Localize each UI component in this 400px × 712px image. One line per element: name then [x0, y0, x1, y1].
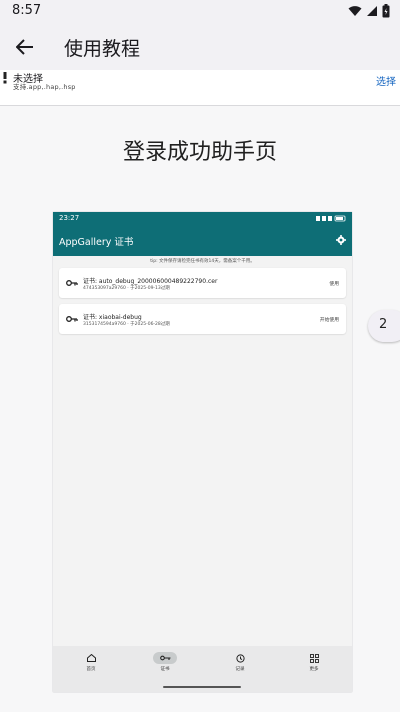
certificate-details: 474353097a29760 · 于2025-09-13过期	[83, 286, 170, 291]
certificate-name: 证书: xiaobai-debug	[83, 314, 142, 321]
signal-icon	[367, 6, 377, 16]
gear-icon	[336, 235, 346, 245]
key-icon	[66, 316, 78, 322]
embedded-status-icons	[316, 215, 346, 222]
embedded-signal-icon	[316, 215, 346, 222]
key-icon	[153, 652, 177, 664]
page-number: 2	[379, 317, 388, 332]
select-file-button[interactable]: 选择	[376, 73, 396, 88]
certificate-action: 使用	[329, 282, 339, 287]
embedded-nav-more: 更多	[294, 652, 334, 682]
page-number-badge[interactable]: 2	[368, 310, 400, 342]
embedded-nav-label: 证书	[160, 667, 170, 672]
embedded-tip: tip: 文件保存请检完任书有效14天，需备案个千用。	[150, 259, 255, 264]
status-icons	[348, 4, 390, 18]
embedded-bottom-nav: 首页 证书 记录 更多	[53, 646, 352, 692]
key-icon	[66, 280, 78, 286]
embedded-nav-certificates: 证书	[145, 652, 185, 682]
alert-icon	[3, 72, 7, 84]
embedded-status-time: 23:27	[59, 214, 80, 222]
embedded-app-bar: AppGallery 证书	[53, 226, 352, 256]
app-bar: 使用教程	[0, 24, 400, 70]
certificate-name: 证书: auto_debug_200006000489222790.cer	[83, 278, 218, 285]
home-icon	[79, 652, 103, 664]
embedded-settings-button	[335, 234, 347, 246]
embedded-status-bar: 23:27	[53, 212, 352, 226]
battery-icon	[382, 4, 390, 18]
certificate-card: 证书: xiaobai-debug 3153174594a9760 · 于202…	[59, 304, 346, 334]
embedded-nav-home: 首页	[71, 652, 111, 682]
arrow-back-icon	[16, 39, 33, 55]
embedded-gesture-handle	[163, 686, 241, 688]
apps-icon	[302, 652, 326, 664]
tutorial-content: 登录成功助手页 23:27 AppGallery 证书 tip: 文件保存请检完…	[0, 106, 400, 712]
certificate-card: 证书: auto_debug_200006000489222790.cer 47…	[59, 268, 346, 298]
embedded-nav-label: 记录	[235, 667, 245, 672]
wifi-icon	[348, 6, 362, 16]
status-time: 8:57	[12, 3, 42, 18]
back-button[interactable]	[12, 34, 38, 60]
supported-formats-hint: 支持.app,.hap,.hsp	[13, 83, 76, 91]
tutorial-title: 登录成功助手页	[122, 140, 277, 165]
certificate-action: 开始使用	[319, 318, 339, 323]
tutorial-screenshot: 23:27 AppGallery 证书 tip: 文件保存请检完任书有效14天，…	[53, 212, 352, 692]
embedded-nav-history: 记录	[220, 652, 260, 682]
embedded-nav-label: 更多	[309, 667, 319, 672]
history-icon	[228, 652, 252, 664]
status-bar: 8:57	[0, 0, 400, 24]
embedded-nav-label: 首页	[86, 667, 96, 672]
page-title: 使用教程	[64, 38, 141, 60]
embedded-app-title: AppGallery 证书	[59, 237, 134, 248]
certificate-details: 3153174594a9760 · 于2025-06-28过期	[83, 322, 170, 327]
file-selection-bar: 未选择 支持.app,.hap,.hsp 选择	[0, 70, 400, 106]
